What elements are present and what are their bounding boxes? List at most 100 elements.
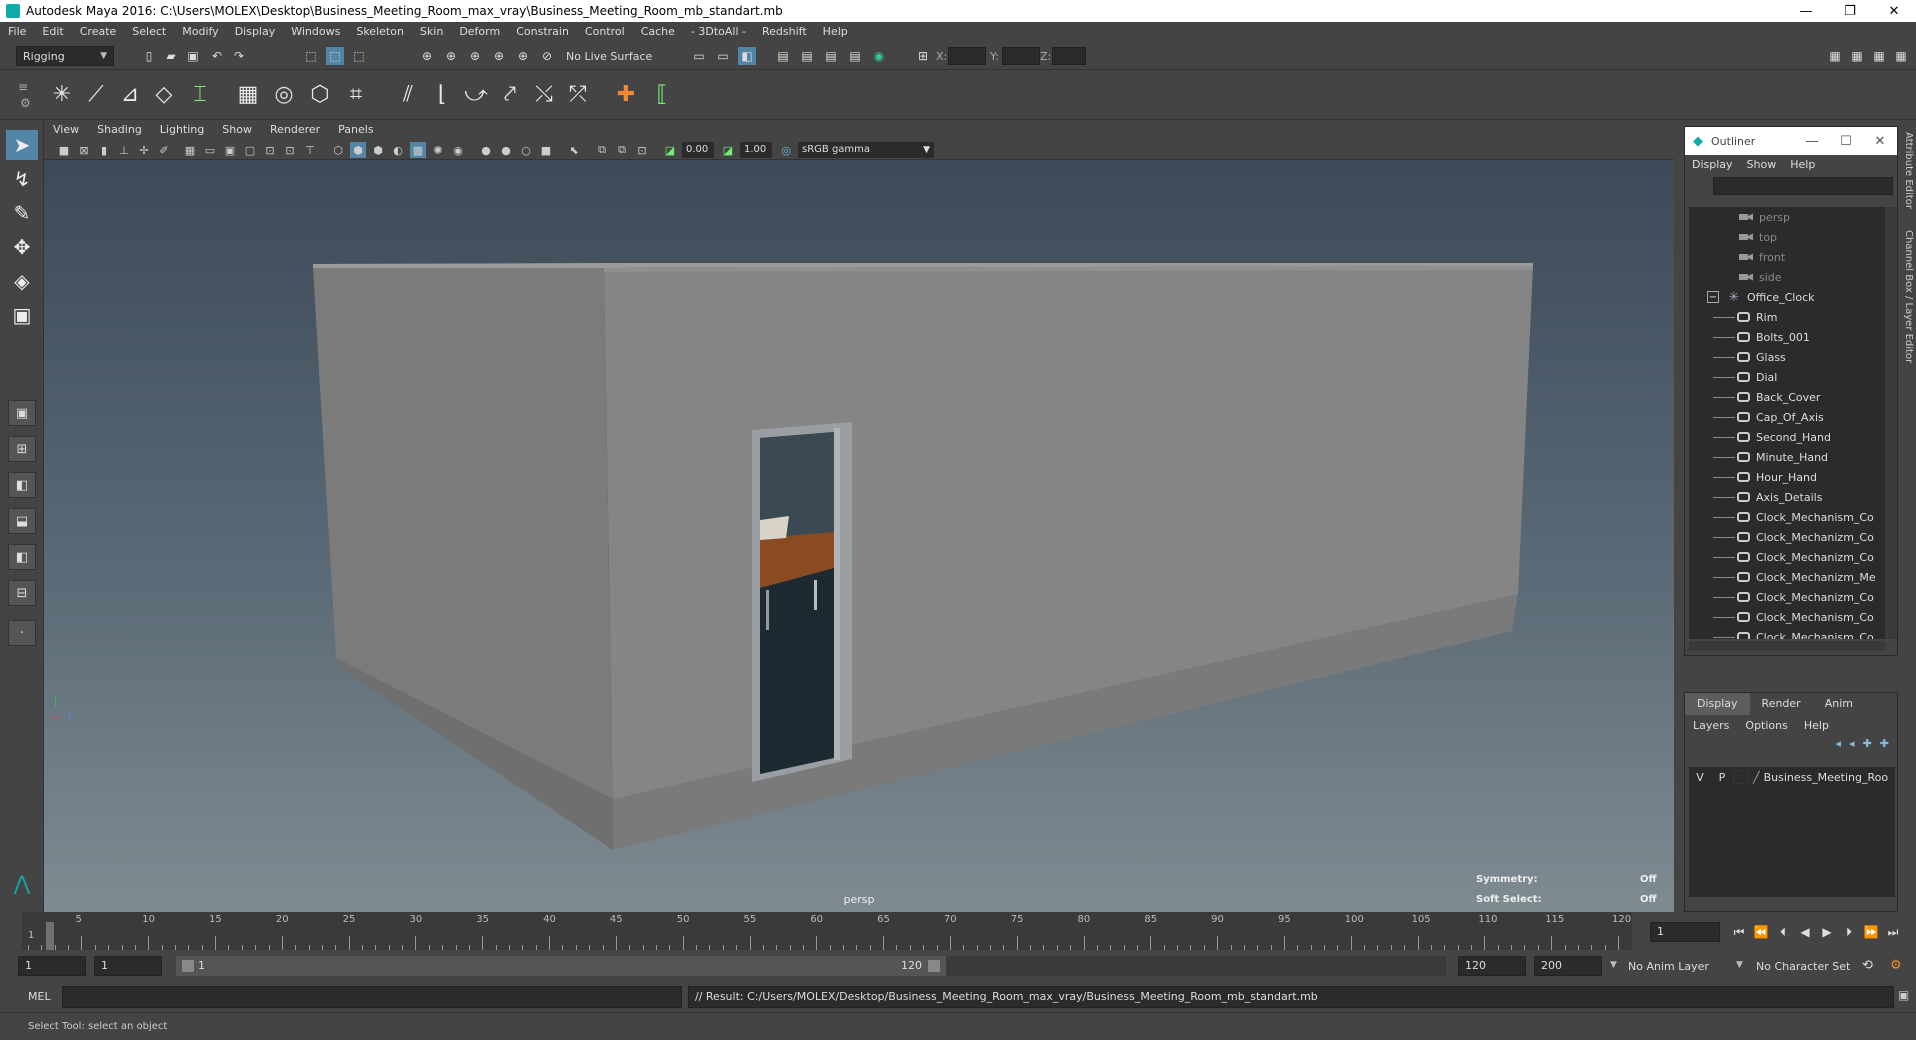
color-management-icon[interactable]: ◎	[778, 142, 794, 158]
wireframe-on-shaded-icon[interactable]: ⬢	[370, 142, 386, 158]
gate-mask-icon[interactable]: ▢	[242, 142, 258, 158]
move-layer-down-icon[interactable]: ◂	[1849, 737, 1855, 750]
auto-key-icon[interactable]: ⟲	[1862, 958, 1873, 973]
chevron-down-icon[interactable]: ▼	[1736, 960, 1743, 970]
viewport-menu-renderer[interactable]: Renderer	[261, 120, 329, 140]
menu-skin[interactable]: Skin	[412, 22, 451, 42]
open-scene-icon[interactable]: ▰	[162, 47, 180, 65]
menu-constrain[interactable]: Constrain	[508, 22, 577, 42]
film-gate-icon[interactable]: ▭	[202, 142, 218, 158]
resolution-gate-icon[interactable]: ▣	[222, 142, 238, 158]
playback-end-field[interactable]: 120	[1458, 956, 1526, 976]
save-scene-icon[interactable]: ▣	[184, 47, 202, 65]
outliner-item-glass[interactable]: Glass	[1689, 347, 1885, 367]
paint-select-tool-icon[interactable]: ✎	[6, 198, 38, 228]
x-field[interactable]	[948, 47, 986, 65]
layer-visibility-toggle[interactable]: V	[1689, 771, 1711, 784]
safe-action-icon[interactable]: ⊡	[282, 142, 298, 158]
menu-create[interactable]: Create	[72, 22, 125, 42]
xray-icon[interactable]: ⧉	[594, 142, 610, 158]
image-plane-icon[interactable]: ⊥	[116, 142, 132, 158]
viewport-menu-panels[interactable]: Panels	[329, 120, 382, 140]
outliner-horizontal-scrollbar[interactable]	[1689, 641, 1885, 651]
mirror-weights-icon[interactable]: ⤻	[460, 78, 492, 110]
play-backwards-icon[interactable]: ◀	[1796, 924, 1814, 940]
z-field[interactable]	[1052, 47, 1086, 65]
redo-icon[interactable]: ↷	[230, 47, 248, 65]
outliner-item-mechanism-1[interactable]: Clock_Mechanism_Co	[1689, 507, 1885, 527]
xray-active-components-icon[interactable]: ⧉	[614, 142, 630, 158]
attribute-editor-tab[interactable]: Attribute Editor	[1900, 132, 1914, 209]
range-bar[interactable]: 1 120	[176, 956, 946, 976]
channel-box-toggle-icon[interactable]: ▦	[1892, 47, 1910, 65]
layer-menu-options[interactable]: Options	[1737, 715, 1795, 737]
input-ops-icon[interactable]: ▭	[690, 47, 708, 65]
outliner-item-mechanism-4[interactable]: Clock_Mechanizm_Me	[1689, 567, 1885, 587]
command-input[interactable]	[62, 986, 682, 1008]
camera-attributes-icon[interactable]: ⊠	[76, 142, 92, 158]
layer-menu-layers[interactable]: Layers	[1685, 715, 1737, 737]
range-end-handle[interactable]	[928, 960, 940, 972]
layer-color-swatch[interactable]	[1733, 770, 1749, 784]
transform-field-icon[interactable]: ⊞	[914, 47, 932, 65]
step-forward-frame-icon[interactable]: ⏵	[1840, 924, 1858, 940]
menu-control[interactable]: Control	[577, 22, 633, 42]
current-frame-field[interactable]: 1	[1650, 922, 1720, 942]
outliner-menu-help[interactable]: Help	[1783, 155, 1822, 175]
create-joint-icon[interactable]: ✳	[46, 78, 78, 110]
step-back-frame-icon[interactable]: ⏴	[1774, 924, 1792, 940]
outliner-item-mechanism-7[interactable]: Clock_Mechanism_Co	[1689, 627, 1885, 639]
anti-aliasing-icon[interactable]: ○	[518, 142, 534, 158]
script-editor-icon[interactable]: ▣	[1898, 988, 1909, 1002]
outliner-item-side[interactable]: side	[1689, 267, 1885, 287]
menu-3dtoall[interactable]: - 3DtoAll -	[683, 22, 754, 42]
outliner-item-second-hand[interactable]: Second_Hand	[1689, 427, 1885, 447]
outliner-item-rim[interactable]: Rim	[1689, 307, 1885, 327]
menu-file[interactable]: File	[0, 22, 34, 42]
restore-button[interactable]: ❐	[1828, 0, 1872, 22]
collapse-icon[interactable]: −	[1707, 291, 1719, 303]
copy-weights-icon[interactable]: ⤤	[494, 78, 526, 110]
safe-title-icon[interactable]: ⊤	[302, 142, 318, 158]
playback-start-field[interactable]: 1	[94, 956, 162, 976]
select-object-icon[interactable]: ⬚	[326, 47, 344, 65]
menu-modify[interactable]: Modify	[174, 22, 226, 42]
chevron-down-icon[interactable]: ▼	[1610, 960, 1617, 970]
hypershade-layout-button[interactable]: ◧	[8, 544, 36, 570]
prune-weights-icon[interactable]: ⤱	[562, 78, 594, 110]
attribute-editor-toggle-icon[interactable]: ▦	[1848, 47, 1866, 65]
cluster-icon[interactable]: ⌶	[184, 78, 216, 110]
render-frame-icon[interactable]: ▤	[798, 47, 816, 65]
snap-surface-icon[interactable]: ⊕	[514, 47, 532, 65]
isolate-select-icon[interactable]: ⬉	[566, 142, 582, 158]
outliner-item-hour-hand[interactable]: Hour_Hand	[1689, 467, 1885, 487]
viewport-menu-view[interactable]: View	[44, 120, 88, 140]
hypershade-icon[interactable]: ◉	[870, 47, 888, 65]
outliner-item-mechanism-5[interactable]: Clock_Mechanizm_Co	[1689, 587, 1885, 607]
select-tool-icon[interactable]: ➤	[6, 130, 38, 160]
new-layer-selected-icon[interactable]: ✚	[1880, 737, 1889, 750]
range-track[interactable]	[946, 956, 1446, 976]
y-field[interactable]	[1002, 47, 1040, 65]
select-hierarchy-icon[interactable]: ⬚	[302, 47, 320, 65]
outliner-close-button[interactable]: ✕	[1863, 134, 1897, 149]
gamma-field[interactable]: 1.00	[740, 142, 772, 158]
screen-space-ao-icon[interactable]: ●	[478, 142, 494, 158]
menu-select[interactable]: Select	[124, 22, 174, 42]
outliner-item-dial[interactable]: Dial	[1689, 367, 1885, 387]
outliner-item-mechanism-6[interactable]: Clock_Mechanism_Co	[1689, 607, 1885, 627]
ik-spline-icon[interactable]: ⊿	[114, 78, 146, 110]
smooth-shade-icon[interactable]: ⬢	[350, 142, 366, 158]
move-layer-up-icon[interactable]: ◂	[1836, 737, 1842, 750]
menu-skeleton[interactable]: Skeleton	[348, 22, 412, 42]
lattice-icon[interactable]: ▦	[232, 78, 264, 110]
locator-icon[interactable]: ◇	[148, 78, 180, 110]
layer-playback-toggle[interactable]: P	[1711, 771, 1733, 784]
menu-edit[interactable]: Edit	[34, 22, 71, 42]
outliner-item-back-cover[interactable]: Back_Cover	[1689, 387, 1885, 407]
menu-display[interactable]: Display	[227, 22, 284, 42]
two-d-pan-icon[interactable]: ✢	[136, 142, 152, 158]
smooth-weights-icon[interactable]: ⤯	[528, 78, 560, 110]
new-layer-icon[interactable]: ✚	[1863, 737, 1872, 750]
color-space-dropdown[interactable]: sRGB gamma ▼	[798, 142, 934, 158]
